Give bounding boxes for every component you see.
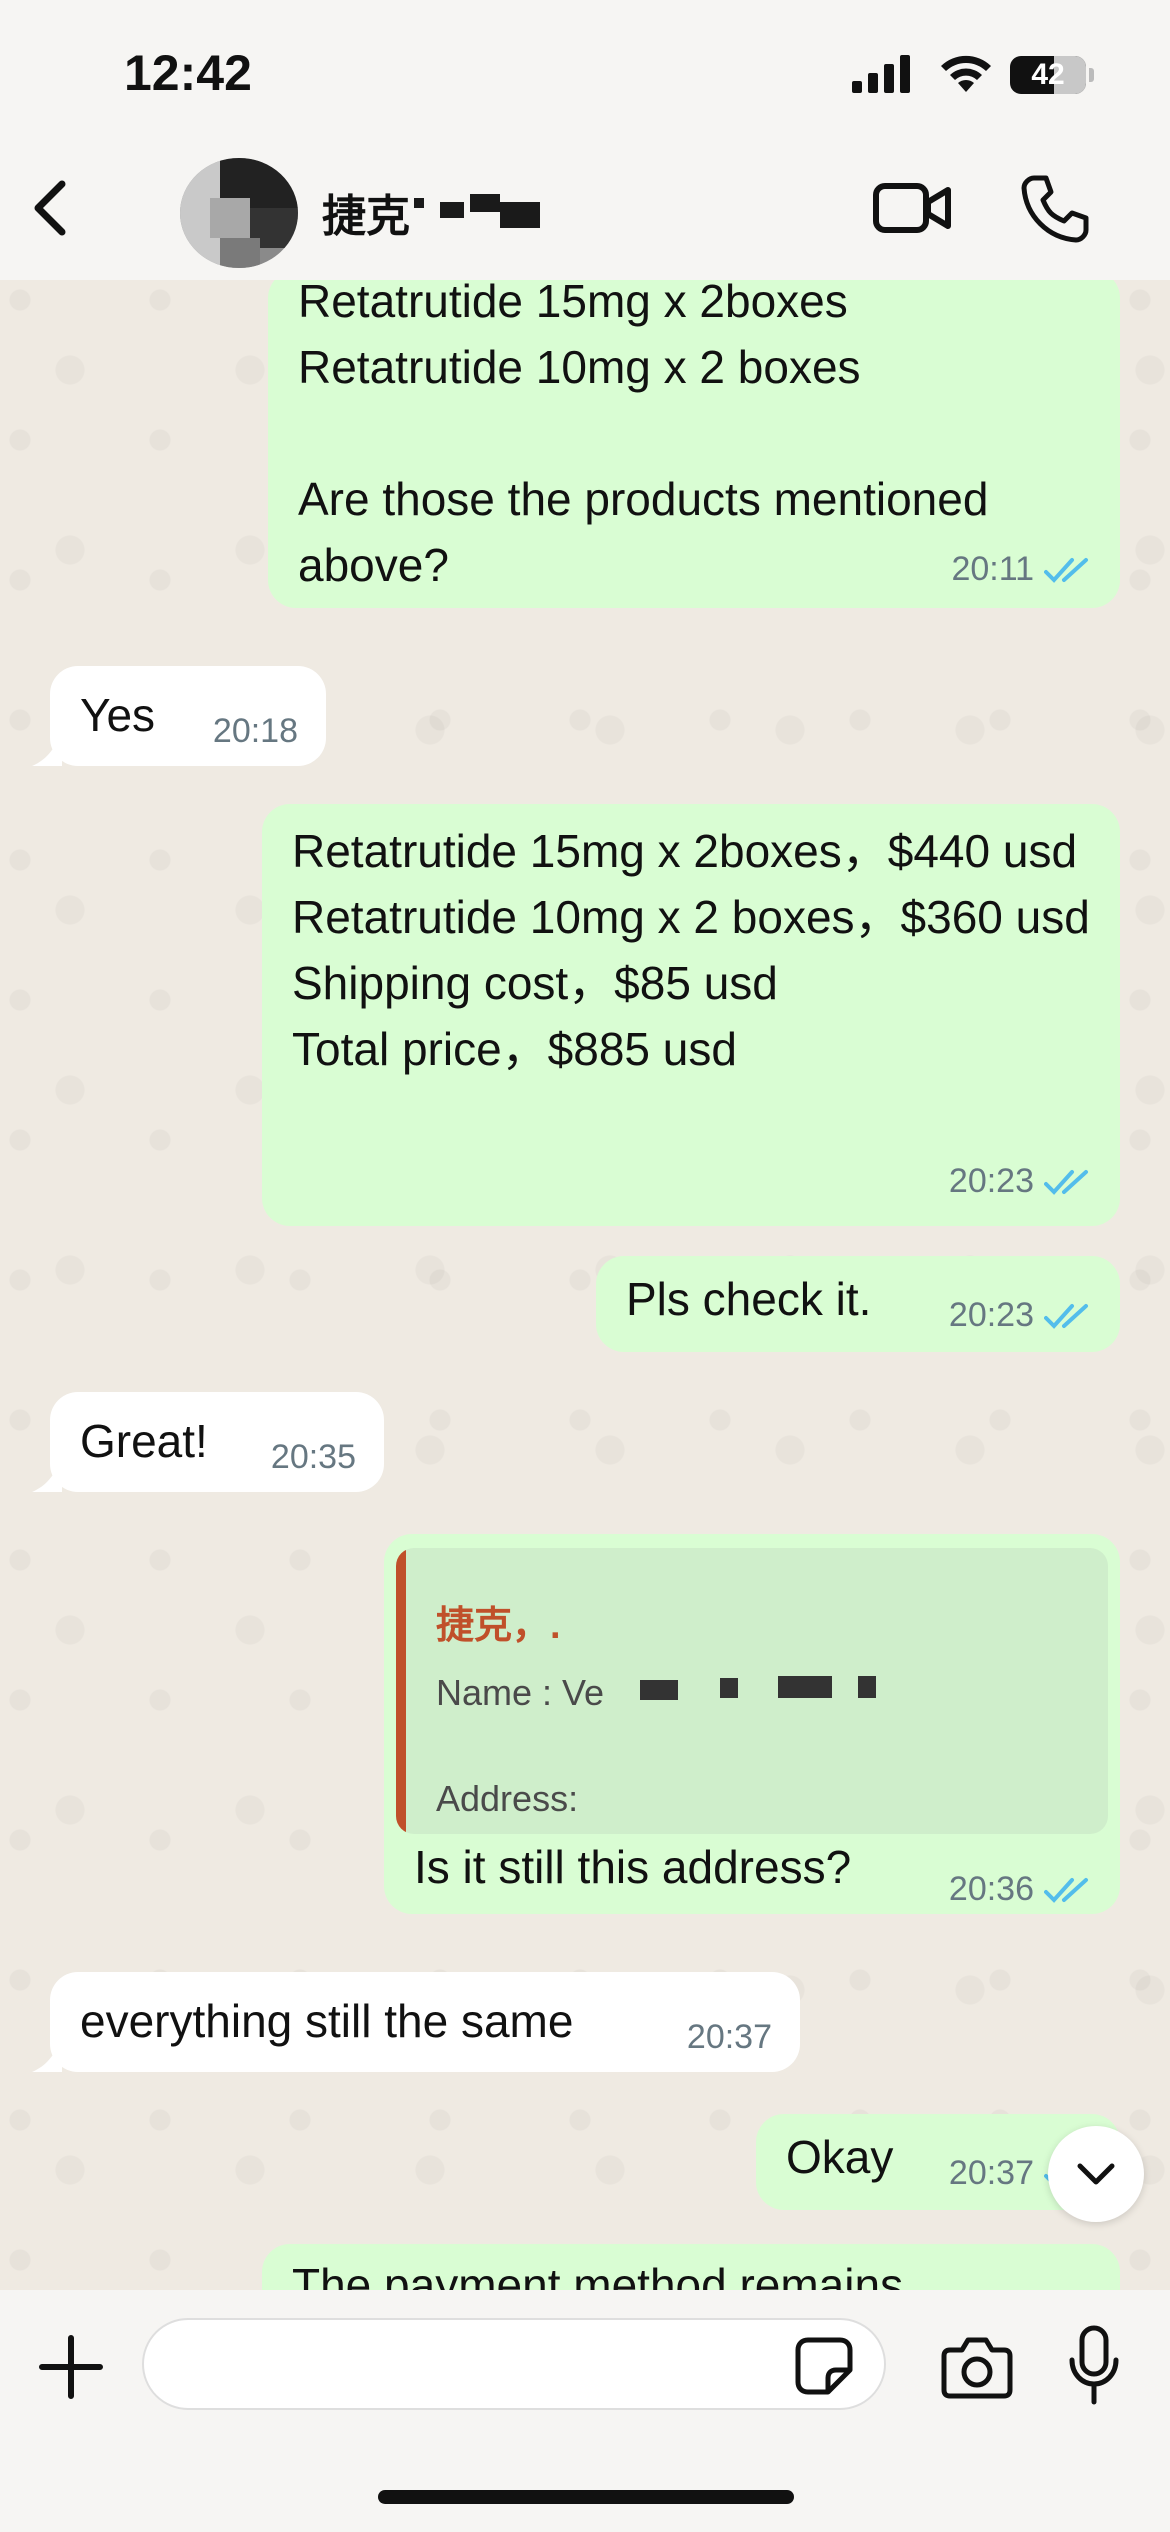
read-receipt-icon — [1044, 1877, 1088, 1903]
wifi-icon — [941, 55, 991, 92]
message-text: Yes — [80, 689, 156, 741]
cellular-signal-icon — [852, 55, 910, 93]
message-meta: 20:18 — [213, 712, 298, 751]
battery-icon: 42 — [1010, 56, 1086, 94]
message-meta: 20:37 — [687, 2018, 772, 2057]
message-time: 20:23 — [948, 1162, 1034, 1200]
quote-name-line: Name : Ve — [436, 1672, 605, 1713]
redacted-text-block — [858, 1676, 876, 1698]
bubble-tail — [32, 2038, 62, 2072]
message-time: 20:36 — [948, 1870, 1034, 1908]
outgoing-message[interactable]: Retatrutide 15mg x 2boxes Retatrutide 10… — [268, 280, 1120, 608]
attach-plus-button[interactable] — [38, 2334, 104, 2400]
redacted-name-block — [440, 202, 464, 218]
message-text: Is it still this address? — [414, 1841, 852, 1893]
message-text: Pls check it. — [626, 1273, 872, 1325]
message-input[interactable] — [142, 2318, 886, 2410]
message-time: 20:37 — [948, 2154, 1034, 2192]
message-time: 20:18 — [212, 712, 298, 750]
quoted-message[interactable]: 捷克，. Name : Ve Address: — [396, 1548, 1108, 1834]
read-receipt-icon — [1044, 557, 1088, 583]
bubble-tail — [32, 732, 62, 766]
battery-tip — [1089, 68, 1094, 82]
outgoing-message[interactable]: The payment method remains — [262, 2244, 1120, 2290]
camera-button[interactable] — [940, 2334, 1014, 2400]
status-bar: 12:42 42 — [0, 0, 1170, 150]
video-call-button[interactable] — [872, 178, 952, 238]
redacted-text-block — [778, 1676, 832, 1698]
bubble-tail — [32, 1458, 62, 1492]
message-meta: 20:36 — [949, 1870, 1094, 1909]
back-button[interactable] — [18, 172, 90, 244]
message-time: 20:35 — [270, 1438, 356, 1476]
status-time: 12:42 — [124, 45, 252, 101]
message-time: 20:37 — [686, 2018, 772, 2056]
quote-address-line: Address: — [436, 1778, 579, 1819]
redacted-name-block — [470, 194, 500, 212]
message-text: everything still the same — [80, 1995, 574, 2047]
avatar[interactable] — [180, 158, 298, 268]
redacted-text-block — [720, 1678, 738, 1698]
message-meta: 20:23 — [949, 1296, 1094, 1335]
outgoing-message[interactable]: Pls check it. 20:23 — [596, 1256, 1120, 1352]
sticker-button[interactable] — [794, 2336, 854, 2396]
incoming-message[interactable]: everything still the same 20:37 — [50, 1972, 800, 2072]
message-text: The payment method remains — [292, 2259, 904, 2290]
chevron-down-icon — [1077, 2163, 1115, 2185]
quote-author: 捷克，. — [436, 1605, 561, 1647]
quote-accent-bar — [396, 1548, 406, 1834]
scroll-to-bottom-button[interactable] — [1048, 2126, 1144, 2222]
microphone-button[interactable] — [1066, 2324, 1122, 2406]
read-receipt-icon — [1044, 1169, 1088, 1195]
redacted-name-block — [414, 198, 424, 208]
message-text: Okay — [786, 2131, 894, 2183]
message-time: 20:11 — [951, 550, 1034, 588]
message-text: Great! — [80, 1415, 208, 1467]
message-time: 20:23 — [948, 1296, 1034, 1334]
message-text: Retatrutide 15mg x 2boxes，$440 usd Retat… — [292, 825, 1090, 1075]
message-meta: 20:35 — [271, 1438, 356, 1477]
read-receipt-icon — [1044, 1303, 1088, 1329]
incoming-message[interactable]: Great! 20:35 — [50, 1392, 384, 1492]
message-meta: 20:23 — [949, 1162, 1094, 1201]
incoming-message[interactable]: Yes 20:18 — [50, 666, 326, 766]
outgoing-message[interactable]: Retatrutide 15mg x 2boxes，$440 usd Retat… — [262, 804, 1120, 1226]
redacted-name-block — [500, 202, 540, 228]
battery-level: 42 — [1031, 58, 1065, 91]
message-meta: 20:11 — [951, 550, 1094, 589]
chat-header: 捷克 — [0, 150, 1170, 280]
home-indicator-bar — [378, 2490, 794, 2504]
contact-name[interactable]: 捷克 — [322, 180, 410, 244]
message-list[interactable]: Retatrutide 15mg x 2boxes Retatrutide 10… — [0, 280, 1170, 2290]
redacted-text-block — [640, 1680, 678, 1700]
voice-call-button[interactable] — [1018, 172, 1090, 244]
